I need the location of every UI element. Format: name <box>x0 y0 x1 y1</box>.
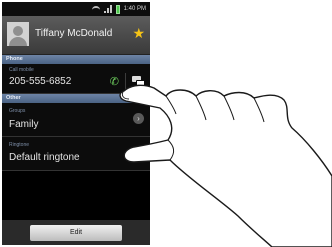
screenshot-stage: 1:40 PM Tiffany McDonald ★ Phone Call mo… <box>0 0 332 247</box>
hand-gesture-illustration <box>119 84 332 247</box>
hand-outline <box>119 84 332 247</box>
